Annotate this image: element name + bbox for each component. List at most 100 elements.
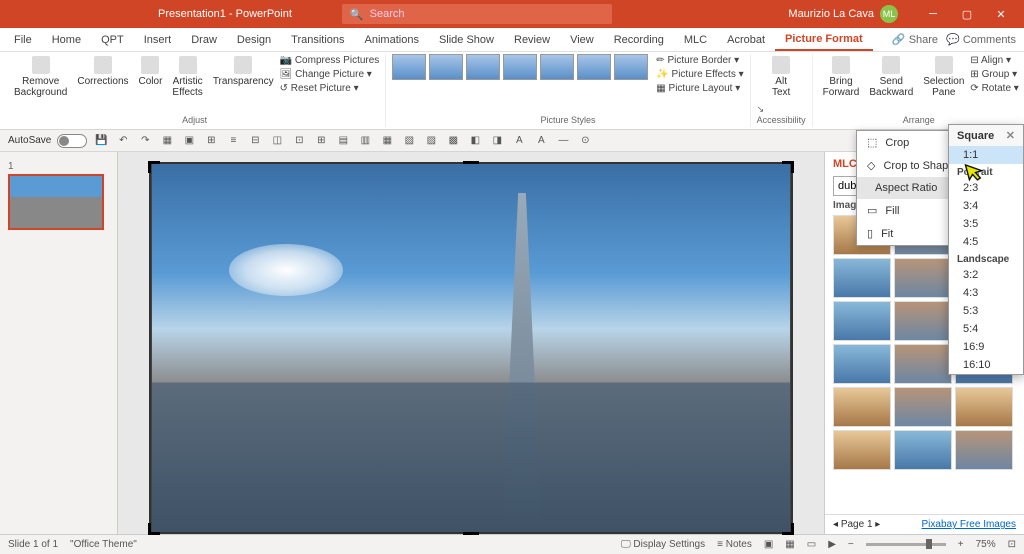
zoom-out-icon[interactable]: − — [848, 539, 854, 550]
qat-icon[interactable]: ◨ — [489, 133, 505, 149]
slide-canvas-area[interactable] — [118, 152, 824, 534]
result-image[interactable] — [894, 387, 952, 427]
picture-styles-gallery[interactable] — [392, 54, 648, 80]
tab-review[interactable]: Review — [504, 30, 560, 50]
aspect-3-2[interactable]: 3:2 — [949, 266, 1023, 284]
qat-icon[interactable]: — — [555, 133, 571, 149]
remove-background-button[interactable]: Remove Background — [10, 54, 71, 100]
style-thumb[interactable] — [429, 54, 463, 80]
tab-draw[interactable]: Draw — [181, 30, 227, 50]
picture-effects-button[interactable]: ✨ Picture Effects ▾ — [656, 68, 743, 81]
style-thumb[interactable] — [503, 54, 537, 80]
qat-icon[interactable]: ⊙ — [577, 133, 593, 149]
change-picture-button[interactable]: 🖼 Change Picture ▾ — [280, 68, 380, 81]
tell-me-search[interactable]: 🔍 Search — [342, 4, 612, 24]
share-button[interactable]: 🔗 Share — [892, 33, 938, 46]
result-image[interactable] — [894, 344, 952, 384]
style-thumb[interactable] — [540, 54, 574, 80]
minimize-button[interactable]: ─ — [918, 8, 948, 21]
slide-canvas[interactable] — [151, 162, 791, 534]
qat-icon[interactable]: ▦ — [159, 133, 175, 149]
close-icon[interactable]: ✕ — [1006, 129, 1015, 142]
tab-slideshow[interactable]: Slide Show — [429, 30, 504, 50]
tab-mlc[interactable]: MLC — [674, 30, 717, 50]
aspect-2-3[interactable]: 2:3 — [949, 179, 1023, 197]
redo-icon[interactable]: ↷ — [137, 133, 153, 149]
style-thumb[interactable] — [466, 54, 500, 80]
comments-button[interactable]: 💬 Comments — [946, 33, 1016, 46]
close-button[interactable]: ✕ — [986, 8, 1016, 21]
pagination[interactable]: ◂ Page 1 ▸ — [833, 519, 880, 530]
view-normal-icon[interactable]: ▣ — [764, 539, 773, 550]
slide-thumbnail-1[interactable] — [8, 174, 104, 230]
result-image[interactable] — [955, 387, 1013, 427]
inserted-picture[interactable] — [151, 162, 791, 534]
zoom-level[interactable]: 75% — [976, 539, 996, 550]
picture-layout-button[interactable]: ▦ Picture Layout ▾ — [656, 82, 743, 95]
qat-icon[interactable]: ◫ — [269, 133, 285, 149]
qat-icon[interactable]: A — [511, 133, 527, 149]
zoom-in-icon[interactable]: + — [958, 539, 964, 550]
tab-animations[interactable]: Animations — [355, 30, 429, 50]
selection-pane-button[interactable]: Selection Pane — [919, 54, 968, 100]
qat-icon[interactable]: ⊞ — [313, 133, 329, 149]
result-image[interactable] — [833, 301, 891, 341]
bring-forward-button[interactable]: Bring Forward — [819, 54, 864, 100]
tab-design[interactable]: Design — [227, 30, 281, 50]
tab-insert[interactable]: Insert — [134, 30, 182, 50]
view-sorter-icon[interactable]: ▦ — [785, 539, 794, 550]
aspect-5-4[interactable]: 5:4 — [949, 320, 1023, 338]
reset-picture-button[interactable]: ↺ Reset Picture ▾ — [280, 82, 380, 95]
compress-pictures-button[interactable]: 📷 Compress Pictures — [280, 54, 380, 67]
qat-icon[interactable]: A — [533, 133, 549, 149]
view-reading-icon[interactable]: ▭ — [807, 539, 816, 550]
tab-transitions[interactable]: Transitions — [281, 30, 354, 50]
tab-home[interactable]: Home — [42, 30, 91, 50]
qat-icon[interactable]: ▨ — [423, 133, 439, 149]
qat-icon[interactable]: ≡ — [225, 133, 241, 149]
aspect-3-5[interactable]: 3:5 — [949, 215, 1023, 233]
fit-to-window-icon[interactable]: ⊡ — [1008, 539, 1016, 550]
result-image[interactable] — [894, 301, 952, 341]
qat-icon[interactable]: ▧ — [401, 133, 417, 149]
tab-acrobat[interactable]: Acrobat — [717, 30, 775, 50]
aspect-4-3[interactable]: 4:3 — [949, 284, 1023, 302]
result-image[interactable] — [833, 258, 891, 298]
account-button[interactable]: Maurizio La Cava ML — [788, 5, 898, 23]
result-image[interactable] — [955, 430, 1013, 470]
qat-icon[interactable]: ⊟ — [247, 133, 263, 149]
autosave-toggle[interactable] — [57, 134, 87, 148]
qat-icon[interactable]: ▣ — [181, 133, 197, 149]
aspect-3-4[interactable]: 3:4 — [949, 197, 1023, 215]
tab-file[interactable]: File — [4, 30, 42, 50]
view-slideshow-icon[interactable]: ▶ — [828, 539, 836, 550]
undo-icon[interactable]: ↶ — [115, 133, 131, 149]
result-image[interactable] — [894, 430, 952, 470]
group-button[interactable]: ⊞ Group ▾ — [970, 68, 1018, 81]
aspect-16-9[interactable]: 16:9 — [949, 338, 1023, 356]
result-image[interactable] — [833, 387, 891, 427]
tab-qpt[interactable]: QPT — [91, 30, 134, 50]
zoom-slider[interactable] — [866, 543, 946, 546]
style-thumb[interactable] — [614, 54, 648, 80]
corrections-button[interactable]: Corrections — [73, 54, 132, 89]
notes-button[interactable]: ≡ Notes — [717, 539, 752, 550]
credit-link[interactable]: Pixabay Free Images — [922, 519, 1017, 530]
color-button[interactable]: Color — [135, 54, 167, 89]
aspect-5-3[interactable]: 5:3 — [949, 302, 1023, 320]
slide-thumbnails-pane[interactable]: 1 — [0, 152, 118, 534]
qat-icon[interactable]: ▥ — [357, 133, 373, 149]
tab-recording[interactable]: Recording — [604, 30, 674, 50]
qat-icon[interactable]: ⊡ — [291, 133, 307, 149]
artistic-effects-button[interactable]: Artistic Effects — [168, 54, 206, 100]
qat-icon[interactable]: ▤ — [335, 133, 351, 149]
tab-picture-format[interactable]: Picture Format — [775, 29, 873, 51]
result-image[interactable] — [894, 258, 952, 298]
display-settings-button[interactable]: 🖵 Display Settings — [621, 539, 705, 550]
qat-icon[interactable]: ◧ — [467, 133, 483, 149]
result-image[interactable] — [833, 344, 891, 384]
tab-view[interactable]: View — [560, 30, 604, 50]
qat-icon[interactable]: ▩ — [445, 133, 461, 149]
result-image[interactable] — [833, 430, 891, 470]
save-icon[interactable]: 💾 — [93, 133, 109, 149]
